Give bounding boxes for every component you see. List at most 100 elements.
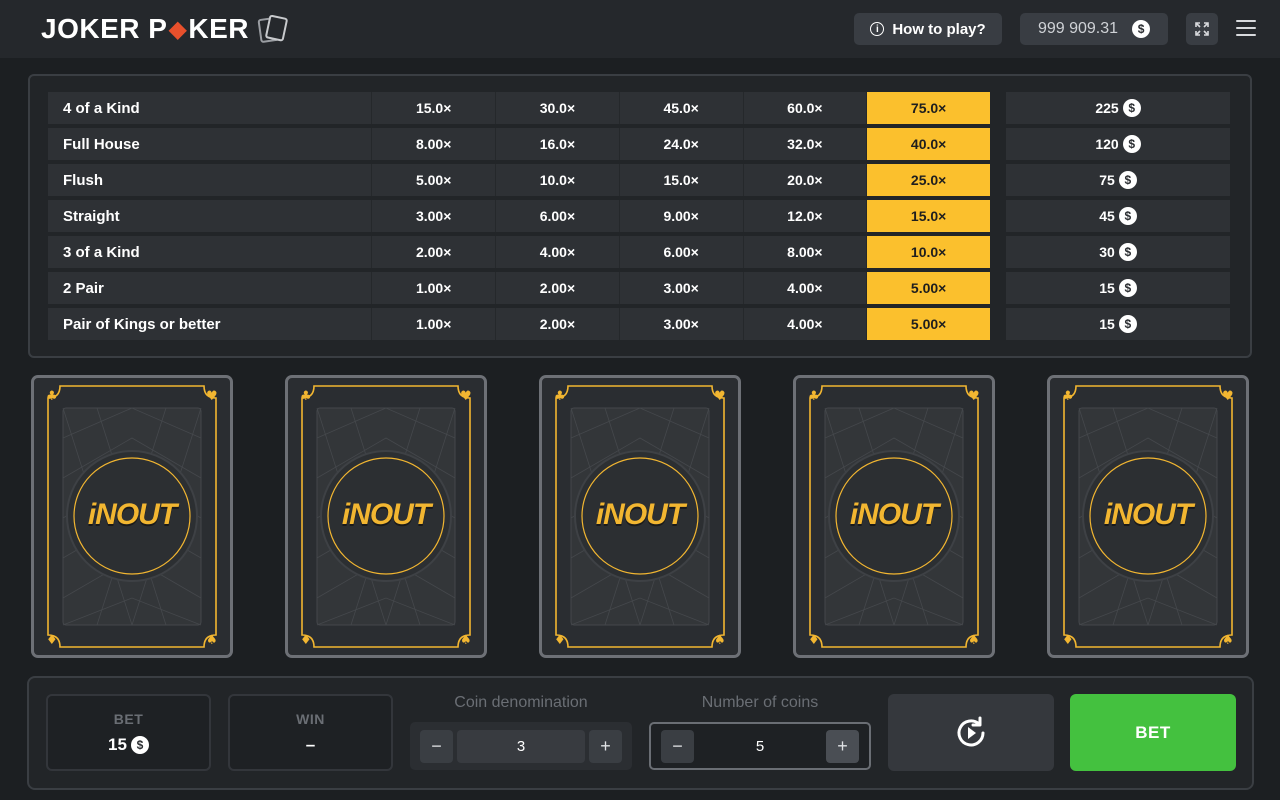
multiplier-cell: 30.0×	[495, 92, 619, 124]
fullscreen-button[interactable]	[1186, 13, 1218, 45]
multiplier-cell: 16.0×	[495, 128, 619, 160]
inout-logo: iNOUT	[595, 498, 685, 531]
multiplier-cell: 60.0×	[742, 92, 867, 124]
inout-logo: iNOUT	[87, 498, 177, 531]
win-label: WIN	[296, 710, 325, 727]
hand-name: Straight	[63, 207, 120, 225]
logo-text-joker: JOKER P	[41, 13, 168, 44]
payout-cell: 15 $	[1006, 308, 1230, 340]
multiplier-cell: 3.00×	[618, 272, 743, 304]
svg-text:♥: ♥	[460, 389, 472, 404]
fullscreen-icon	[1195, 22, 1209, 36]
paytable-row-multipliers: Straight 3.00× 6.00× 9.00× 12.0× 15.0×	[48, 200, 990, 232]
multiplier-cell: 3.00×	[371, 200, 495, 232]
multiplier-cell: 12.0×	[742, 200, 867, 232]
payout-value: 225	[1095, 100, 1119, 116]
multiplier-cell: 3.00×	[618, 308, 743, 340]
multiplier-cell: 4.00×	[495, 236, 619, 268]
bet-button[interactable]: BET	[1070, 694, 1236, 771]
payout-cell: 120 $	[1006, 128, 1230, 160]
multiplier-cell: 1.00×	[371, 308, 495, 340]
card-back[interactable]: ♣ ♥ ♦ ♠ iNOUT	[31, 375, 233, 658]
svg-text:♥: ♥	[1222, 389, 1234, 404]
svg-text:♣: ♣	[46, 389, 58, 404]
coin-denomination-label: Coin denomination	[454, 694, 588, 711]
inout-logo: iNOUT	[341, 498, 431, 531]
svg-text:♦: ♦	[300, 633, 312, 648]
paytable-row: 4 of a Kind 15.0× 30.0× 45.0× 60.0× 75.0× 225 $	[48, 92, 1230, 124]
multiplier-cell: 8.00×	[742, 236, 867, 268]
svg-text:♣: ♣	[554, 389, 566, 404]
multiplier-cell: 1.00×	[371, 272, 495, 304]
paytable-row: Full House 8.00× 16.0× 24.0× 32.0× 40.0× 120 $	[48, 128, 1230, 160]
paytable-row: Straight 3.00× 6.00× 9.00× 12.0× 15.0× 45 $	[48, 200, 1230, 232]
paytable-row: Pair of Kings or better 1.00× 2.00× 3.00× 4.…	[48, 308, 1230, 340]
logo-text-ker: KER	[188, 13, 250, 44]
coin-denomination-decrease-button[interactable]: −	[420, 729, 453, 763]
coin-denomination-increase-button[interactable]: +	[589, 729, 622, 763]
hamburger-line	[1236, 34, 1256, 36]
multiplier-cell-active: 75.0×	[866, 92, 990, 124]
svg-text:♦: ♦	[554, 633, 566, 648]
multiplier-cell: 4.00×	[742, 308, 867, 340]
payout-cell: 225 $	[1006, 92, 1230, 124]
payout-value: 30	[1099, 244, 1115, 260]
how-to-play-button[interactable]: i How to play?	[854, 13, 1002, 45]
menu-button[interactable]	[1236, 18, 1256, 38]
multiplier-cell: 15.0×	[618, 164, 743, 196]
payout-cell: 75 $	[1006, 164, 1230, 196]
number-of-coins-decrease-button[interactable]: −	[661, 729, 694, 763]
svg-text:♠: ♠	[714, 633, 726, 648]
balance-display: 999 909.31 $	[1020, 13, 1168, 45]
app-logo: JOKER P ◆ KER	[41, 13, 291, 45]
multiplier-cell: 15.0×	[371, 92, 495, 124]
multiplier-cell: 8.00×	[371, 128, 495, 160]
autoplay-button[interactable]	[888, 694, 1054, 771]
payout-value: 45	[1099, 208, 1115, 224]
paytable-row-multipliers: Pair of Kings or better 1.00× 2.00× 3.00× 4.…	[48, 308, 990, 340]
paytable: 4 of a Kind 15.0× 30.0× 45.0× 60.0× 75.0× 225 $…	[28, 74, 1252, 358]
payout-cell: 45 $	[1006, 200, 1230, 232]
paytable-row-multipliers: 3 of a Kind 2.00× 4.00× 6.00× 8.00× 10.0×	[48, 236, 990, 268]
payout-value: 120	[1095, 136, 1119, 152]
svg-text:♦: ♦	[808, 633, 820, 648]
svg-text:♥: ♥	[206, 389, 218, 404]
payout-cell: 30 $	[1006, 236, 1230, 268]
card-back[interactable]: ♣ ♥ ♦ ♠ iNOUT	[1047, 375, 1249, 658]
number-of-coins-value: 5	[755, 737, 765, 755]
svg-text:♠: ♠	[460, 633, 472, 648]
cards-icon	[257, 14, 288, 43]
card-back[interactable]: ♣ ♥ ♦ ♠ iNOUT	[285, 375, 487, 658]
multiplier-cell-active: 10.0×	[866, 236, 990, 268]
bet-label: BET	[113, 710, 144, 727]
paytable-row-multipliers: 4 of a Kind 15.0× 30.0× 45.0× 60.0× 75.0×	[48, 92, 990, 124]
coin-icon: $	[1132, 20, 1151, 38]
coin-icon: $	[1118, 171, 1137, 189]
card-back[interactable]: ♣ ♥ ♦ ♠ iNOUT	[539, 375, 741, 658]
hand-name: Flush	[63, 171, 103, 189]
card-back[interactable]: ♣ ♥ ♦ ♠ iNOUT	[793, 375, 995, 658]
payout-value: 15	[1099, 316, 1115, 332]
hand-name: 4 of a Kind	[63, 99, 140, 117]
coin-icon: $	[1118, 207, 1137, 225]
multiplier-cell: 6.00×	[495, 200, 619, 232]
payout-cell: 15 $	[1006, 272, 1230, 304]
paytable-row-multipliers: 2 Pair 1.00× 2.00× 3.00× 4.00× 5.00×	[48, 272, 990, 304]
logo-diamond: ◆	[168, 15, 188, 43]
hand-name: 3 of a Kind	[63, 243, 140, 261]
coin-icon: $	[1118, 279, 1137, 297]
svg-text:♥: ♥	[714, 389, 726, 404]
header-bar: JOKER P ◆ KER i How to play? 999 909.31 $	[0, 0, 1280, 58]
payout-value: 15	[1099, 280, 1115, 296]
svg-text:♠: ♠	[1222, 633, 1234, 648]
balance-value: 999 909.31	[1037, 20, 1119, 37]
hamburger-line	[1236, 20, 1256, 22]
hand-name: Pair of Kings or better	[63, 315, 221, 333]
multiplier-cell: 24.0×	[618, 128, 743, 160]
coin-icon: $	[1122, 99, 1141, 117]
multiplier-cell: 2.00×	[371, 236, 495, 268]
number-of-coins-increase-button[interactable]: +	[826, 729, 859, 763]
number-of-coins-label: Number of coins	[701, 694, 819, 711]
how-to-play-label: How to play?	[892, 20, 986, 38]
hand-name: 2 Pair	[63, 279, 104, 297]
